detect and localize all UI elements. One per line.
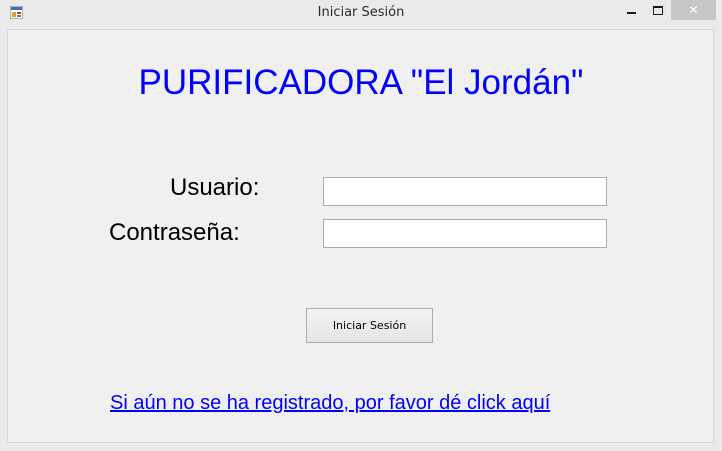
username-label: Usuario: <box>170 174 260 201</box>
login-window: Iniciar Sesión ✕ PURIFICADORA "El Jordán… <box>0 0 722 451</box>
register-link[interactable]: Si aún no se ha registrado, por favor dé… <box>110 392 550 415</box>
window-title: Iniciar Sesión <box>317 5 405 20</box>
password-label: Contraseña: <box>109 219 240 246</box>
maximize-button[interactable] <box>645 0 671 20</box>
close-button[interactable]: ✕ <box>671 0 716 20</box>
password-input[interactable] <box>323 219 607 248</box>
maximize-icon <box>653 5 663 15</box>
minimize-button[interactable] <box>617 0 645 20</box>
close-icon: ✕ <box>688 3 699 17</box>
minimize-icon <box>626 12 636 14</box>
username-input[interactable] <box>323 177 607 206</box>
title-bar[interactable]: Iniciar Sesión ✕ <box>0 0 722 28</box>
login-button[interactable]: Iniciar Sesión <box>306 308 433 343</box>
page-title: PURIFICADORA "El Jordán" <box>138 63 584 102</box>
